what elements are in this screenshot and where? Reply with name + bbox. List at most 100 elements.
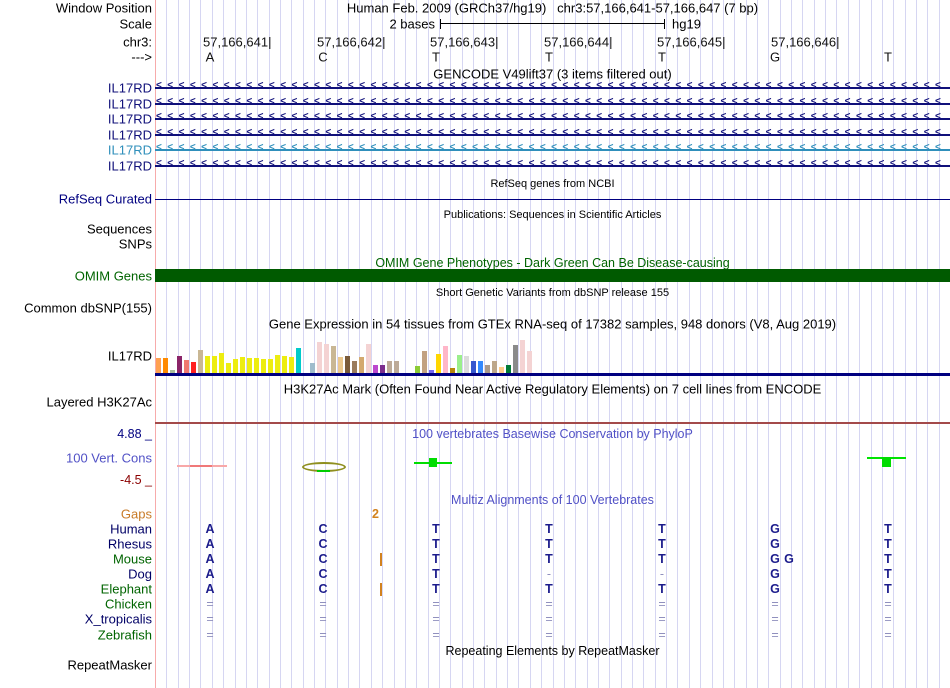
multiz-species-label[interactable]: Rhesus — [0, 537, 152, 552]
gtex-tissue-bar[interactable] — [295, 348, 301, 373]
gtex-tissue-bar[interactable] — [197, 350, 203, 373]
omim-title[interactable]: OMIM Gene Phenotypes - Dark Green Can Be… — [155, 256, 950, 270]
h3k27ac-title[interactable]: H3K27Ac Mark (Often Found Near Active Re… — [155, 382, 950, 397]
h3k27ac-baseline — [155, 422, 950, 424]
gtex-gene-label[interactable]: IL17RD — [0, 349, 152, 364]
gtex-tissue-bar[interactable] — [393, 361, 399, 373]
gtex-tissue-bar[interactable] — [477, 361, 483, 373]
gtex-tissue-bar[interactable] — [232, 359, 238, 373]
gencode-gene-label[interactable]: IL17RD — [0, 159, 152, 174]
insertion-mark — [380, 583, 382, 596]
gtex-tissue-bar[interactable] — [218, 353, 224, 373]
gtex-tissue-bar[interactable] — [456, 355, 462, 373]
publications-title[interactable]: Publications: Sequences in Scientific Ar… — [155, 209, 950, 221]
repeatmasker-title[interactable]: Repeating Elements by RepeatMasker — [155, 644, 950, 658]
gencode-gene-arrow-row[interactable]: <<<<<<<<<<<<<<<<<<<<<<<<<<<<<<<<<<<<<<<<… — [155, 158, 950, 169]
gtex-tissue-bar[interactable] — [442, 346, 448, 373]
gtex-tissue-bar[interactable] — [316, 342, 322, 373]
phylop-track-label[interactable]: 100 Vert. Cons — [0, 451, 152, 466]
gtex-tissue-bar[interactable] — [211, 356, 217, 373]
gencode-gene-label[interactable]: IL17RD — [0, 97, 152, 112]
gtex-tissue-bar[interactable] — [239, 357, 245, 373]
gtex-tissue-bar[interactable] — [435, 354, 441, 373]
multiz-species-label[interactable]: Dog — [0, 567, 152, 582]
gtex-tissue-bar[interactable] — [176, 356, 182, 373]
gencode-gene-label[interactable]: IL17RD — [0, 81, 152, 96]
gtex-tissue-bar[interactable] — [155, 358, 161, 373]
gencode-gene-arrow-row[interactable]: <<<<<<<<<<<<<<<<<<<<<<<<<<<<<<<<<<<<<<<<… — [155, 127, 950, 138]
gtex-tissue-bar[interactable] — [421, 351, 427, 373]
dbsnp-label[interactable]: Common dbSNP(155) — [0, 301, 152, 316]
gencode-gene-label[interactable]: IL17RD — [0, 128, 152, 143]
gtex-title[interactable]: Gene Expression in 54 tissues from GTEx … — [155, 317, 950, 332]
omim-genes-label[interactable]: OMIM Genes — [0, 269, 152, 284]
gtex-tissue-bar[interactable] — [463, 356, 469, 373]
gtex-tissue-bar[interactable] — [281, 356, 287, 373]
gtex-tissue-bar[interactable] — [358, 357, 364, 373]
gtex-tissue-bar[interactable] — [274, 355, 280, 373]
gencode-gene-arrow-row[interactable]: <<<<<<<<<<<<<<<<<<<<<<<<<<<<<<<<<<<<<<<<… — [155, 80, 950, 91]
gtex-tissue-bar[interactable] — [526, 351, 532, 373]
omim-gene-bar[interactable] — [155, 269, 950, 282]
gencode-gene-arrow-row[interactable]: <<<<<<<<<<<<<<<<<<<<<<<<<<<<<<<<<<<<<<<<… — [155, 142, 950, 153]
gtex-tissue-bar[interactable] — [484, 365, 490, 373]
gtex-tissue-bar[interactable] — [365, 344, 371, 373]
dbsnp-title[interactable]: Short Genetic Variants from dbSNP releas… — [155, 287, 950, 299]
gencode-gene-arrow-row[interactable]: <<<<<<<<<<<<<<<<<<<<<<<<<<<<<<<<<<<<<<<<… — [155, 111, 950, 122]
gtex-tissue-bar[interactable] — [386, 361, 392, 373]
gtex-tissue-bar[interactable] — [267, 359, 273, 373]
gtex-tissue-bar[interactable] — [253, 358, 259, 373]
alignment-base: = — [545, 612, 553, 626]
multiz-species-label[interactable]: Zebrafish — [0, 628, 152, 643]
gtex-tissue-bar[interactable] — [351, 361, 357, 373]
gtex-tissue-bar[interactable] — [372, 365, 378, 373]
multiz-title[interactable]: Multiz Alignments of 100 Vertebrates — [155, 493, 950, 507]
gtex-tissue-bar[interactable] — [183, 360, 189, 373]
gtex-tissue-bar[interactable] — [491, 361, 497, 373]
refseq-title[interactable]: RefSeq genes from NCBI — [155, 178, 950, 190]
gtex-tissue-bar[interactable] — [246, 358, 252, 373]
alignment-base: C — [318, 537, 328, 551]
alignment-base: = — [432, 628, 440, 642]
gtex-tissue-bar[interactable] — [330, 346, 336, 373]
multiz-species-label[interactable]: X_tropicalis — [0, 612, 152, 627]
alignment-base: = — [545, 628, 553, 642]
gtex-tissue-bar[interactable] — [225, 363, 231, 373]
gtex-tissue-bar[interactable] — [162, 358, 168, 373]
gtex-tissue-bar[interactable] — [512, 345, 518, 373]
gtex-tissue-bar[interactable] — [519, 340, 525, 373]
gtex-tissue-bar[interactable] — [505, 365, 511, 373]
alignment-base: T — [658, 522, 666, 536]
strand-arrow-label[interactable]: ---> — [0, 50, 152, 65]
gtex-tissue-bar[interactable] — [288, 357, 294, 373]
phylop-title[interactable]: 100 vertebrates Basewise Conservation by… — [155, 427, 950, 441]
publications-snps-label[interactable]: SNPs — [0, 237, 152, 252]
gtex-tissue-bar[interactable] — [260, 359, 266, 373]
scale-value: 2 bases — [389, 16, 435, 32]
gtex-tissue-bar[interactable] — [190, 362, 196, 373]
multiz-species-label[interactable]: Chicken — [0, 597, 152, 612]
gencode-gene-label[interactable]: IL17RD — [0, 112, 152, 127]
gtex-tissue-bar[interactable] — [470, 361, 476, 373]
gtex-tissue-bar[interactable] — [379, 365, 385, 373]
gtex-tissue-bar[interactable] — [337, 357, 343, 373]
repeatmasker-label[interactable]: RepeatMasker — [0, 658, 152, 673]
gencode-gene-arrow-row[interactable]: <<<<<<<<<<<<<<<<<<<<<<<<<<<<<<<<<<<<<<<<… — [155, 96, 950, 107]
alignment-base: T — [658, 537, 666, 551]
multiz-species-label[interactable]: Mouse — [0, 552, 152, 567]
alignment-base: T — [658, 582, 666, 596]
gtex-tissue-bar[interactable] — [204, 356, 210, 373]
publications-sequences-label[interactable]: Sequences — [0, 222, 152, 237]
gtex-tissue-bar[interactable] — [344, 356, 350, 373]
refseq-curated-label[interactable]: RefSeq Curated — [0, 192, 152, 207]
gtex-tissue-bar[interactable] — [414, 366, 420, 373]
gtex-tissue-bar[interactable] — [309, 363, 315, 373]
multiz-species-label[interactable]: Human — [0, 522, 152, 537]
multiz-species-label[interactable]: Elephant — [0, 582, 152, 597]
gtex-tissue-bar[interactable] — [323, 344, 329, 373]
alignment-base: = — [432, 597, 440, 611]
refseq-curated-line[interactable] — [155, 199, 950, 200]
gencode-gene-label[interactable]: IL17RD — [0, 143, 152, 158]
alignment-base: C — [318, 567, 328, 581]
h3k27ac-label[interactable]: Layered H3K27Ac — [0, 395, 152, 410]
